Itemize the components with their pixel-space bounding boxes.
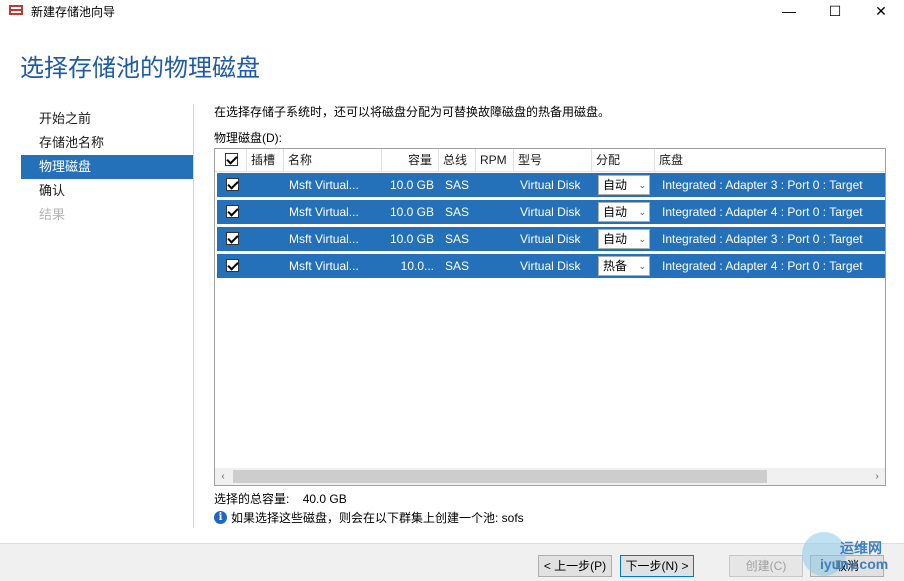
cell-slot — [251, 227, 285, 251]
table-row[interactable]: Msft Virtual... 10.0 GB SAS Virtual Disk… — [217, 173, 885, 197]
cell-chassis: Integrated : Adapter 3 : Port 0 : Target — [662, 232, 863, 246]
cell-model: Virtual Disk — [520, 232, 581, 246]
column-header-capacity[interactable]: 容量 — [382, 149, 439, 171]
column-header-slot[interactable]: 插槽 — [247, 149, 284, 171]
cell-capacity: 10.0... — [400, 259, 434, 273]
scroll-right-icon[interactable]: › — [869, 468, 885, 485]
total-capacity-label: 选择的总容量: — [214, 492, 290, 506]
cell-model: Virtual Disk — [520, 178, 581, 192]
cell-name: Msft Virtual... — [289, 232, 359, 246]
physical-disks-grid: 插槽 名称 容量 总线 RPM 型号 分配 底盘 Msft Virtual...… — [214, 148, 886, 486]
window-title: 新建存储池向导 — [31, 5, 116, 19]
column-header-allocation[interactable]: 分配 — [592, 149, 655, 171]
row-checkbox[interactable] — [226, 259, 239, 272]
cell-capacity: 10.0 GB — [389, 178, 434, 192]
column-header-name[interactable]: 名称 — [284, 149, 382, 171]
wizard-footer: < 上一步(P) 下一步(N) > 创建(C) 取消 — [0, 543, 904, 581]
column-header-model[interactable]: 型号 — [514, 149, 592, 171]
select-all-checkbox[interactable] — [225, 153, 238, 166]
create-button: 创建(C) — [729, 555, 803, 577]
cell-bus: SAS — [445, 259, 470, 273]
cell-rpm — [481, 173, 513, 197]
allocation-value: 自动 — [603, 178, 628, 192]
cell-name: Msft Virtual... — [289, 178, 359, 192]
title-bar: 新建存储池向导 — ☐ ✕ — [0, 0, 904, 22]
total-capacity: 选择的总容量: 40.0 GB — [214, 490, 347, 507]
grid-header: 插槽 名称 容量 总线 RPM 型号 分配 底盘 — [215, 149, 885, 172]
watermark-text-1: 运维网 — [840, 540, 882, 556]
cell-name: Msft Virtual... — [289, 205, 359, 219]
allocation-dropdown[interactable]: 热备 ⌄ — [598, 256, 650, 276]
cell-capacity: 10.0 GB — [389, 232, 434, 246]
cell-bus: SAS — [445, 232, 470, 246]
next-button[interactable]: 下一步(N) > — [620, 555, 694, 577]
chevron-down-icon: ⌄ — [638, 180, 646, 190]
cell-chassis: Integrated : Adapter 4 : Port 0 : Target — [662, 259, 863, 273]
cell-rpm — [481, 254, 513, 278]
cluster-info: i 如果选择这些磁盘，则会在以下群集上创建一个池: sofs — [214, 509, 524, 526]
cell-bus: SAS — [445, 178, 470, 192]
scrollbar-thumb[interactable] — [233, 470, 767, 483]
chevron-down-icon: ⌄ — [638, 234, 646, 244]
minimize-button[interactable]: — — [766, 0, 812, 22]
chevron-down-icon: ⌄ — [638, 207, 646, 217]
cell-rpm — [481, 200, 513, 224]
allocation-value: 自动 — [603, 205, 628, 219]
cell-bus: SAS — [445, 205, 470, 219]
allocation-dropdown[interactable]: 自动 ⌄ — [598, 229, 650, 249]
physical-disks-label: 物理磁盘(D): — [214, 131, 282, 145]
table-row[interactable]: Msft Virtual... 10.0... SAS Virtual Disk… — [217, 254, 885, 278]
row-checkbox[interactable] — [226, 178, 239, 191]
maximize-button[interactable]: ☐ — [812, 0, 858, 22]
nav-item-physical-disks[interactable]: 物理磁盘 — [21, 155, 193, 179]
column-header-rpm[interactable]: RPM — [476, 149, 514, 171]
cell-chassis: Integrated : Adapter 3 : Port 0 : Target — [662, 178, 863, 192]
storage-pool-app-icon — [9, 5, 23, 15]
page-title: 选择存储池的物理磁盘 — [20, 55, 260, 82]
allocation-dropdown[interactable]: 自动 ⌄ — [598, 202, 650, 222]
allocation-value: 热备 — [603, 259, 628, 273]
chevron-down-icon: ⌄ — [638, 261, 646, 271]
column-header-chassis[interactable]: 底盘 — [655, 149, 885, 171]
row-checkbox[interactable] — [226, 205, 239, 218]
info-icon: i — [214, 511, 227, 524]
cell-model: Virtual Disk — [520, 259, 581, 273]
cell-chassis: Integrated : Adapter 4 : Port 0 : Target — [662, 205, 863, 219]
nav-item-confirmation[interactable]: 确认 — [21, 179, 193, 203]
info-text: 如果选择这些磁盘，则会在以下群集上创建一个池: sofs — [231, 511, 524, 525]
previous-button[interactable]: < 上一步(P) — [538, 555, 612, 577]
cell-slot — [251, 173, 285, 197]
scroll-left-icon[interactable]: ‹ — [215, 468, 231, 485]
watermark-text-2: iyunv.com — [820, 556, 889, 572]
watermark-logo: 运维网 iyunv.com — [800, 528, 904, 580]
description-text: 在选择存储子系统时，还可以将磁盘分配为可替换故障磁盘的热备用磁盘。 — [214, 105, 611, 119]
allocation-dropdown[interactable]: 自动 ⌄ — [598, 175, 650, 195]
nav-item-before-you-begin[interactable]: 开始之前 — [21, 107, 193, 131]
cell-name: Msft Virtual... — [289, 259, 359, 273]
select-all-header[interactable] — [215, 149, 247, 171]
cell-capacity: 10.0 GB — [389, 205, 434, 219]
nav-item-pool-name[interactable]: 存储池名称 — [21, 131, 193, 155]
row-checkbox[interactable] — [226, 232, 239, 245]
wizard-nav: 开始之前 存储池名称 物理磁盘 确认 结果 — [21, 107, 193, 227]
table-row[interactable]: Msft Virtual... 10.0 GB SAS Virtual Disk… — [217, 200, 885, 224]
allocation-value: 自动 — [603, 232, 628, 246]
total-capacity-value: 40.0 GB — [302, 492, 347, 506]
cell-model: Virtual Disk — [520, 205, 581, 219]
table-row[interactable]: Msft Virtual... 10.0 GB SAS Virtual Disk… — [217, 227, 885, 251]
close-button[interactable]: ✕ — [858, 0, 904, 22]
cell-rpm — [481, 227, 513, 251]
column-header-bus[interactable]: 总线 — [439, 149, 476, 171]
horizontal-scrollbar[interactable]: ‹ › — [215, 468, 885, 485]
nav-item-results: 结果 — [39, 207, 66, 222]
nav-divider — [193, 104, 194, 528]
cell-slot — [251, 200, 285, 224]
cell-slot — [251, 254, 285, 278]
